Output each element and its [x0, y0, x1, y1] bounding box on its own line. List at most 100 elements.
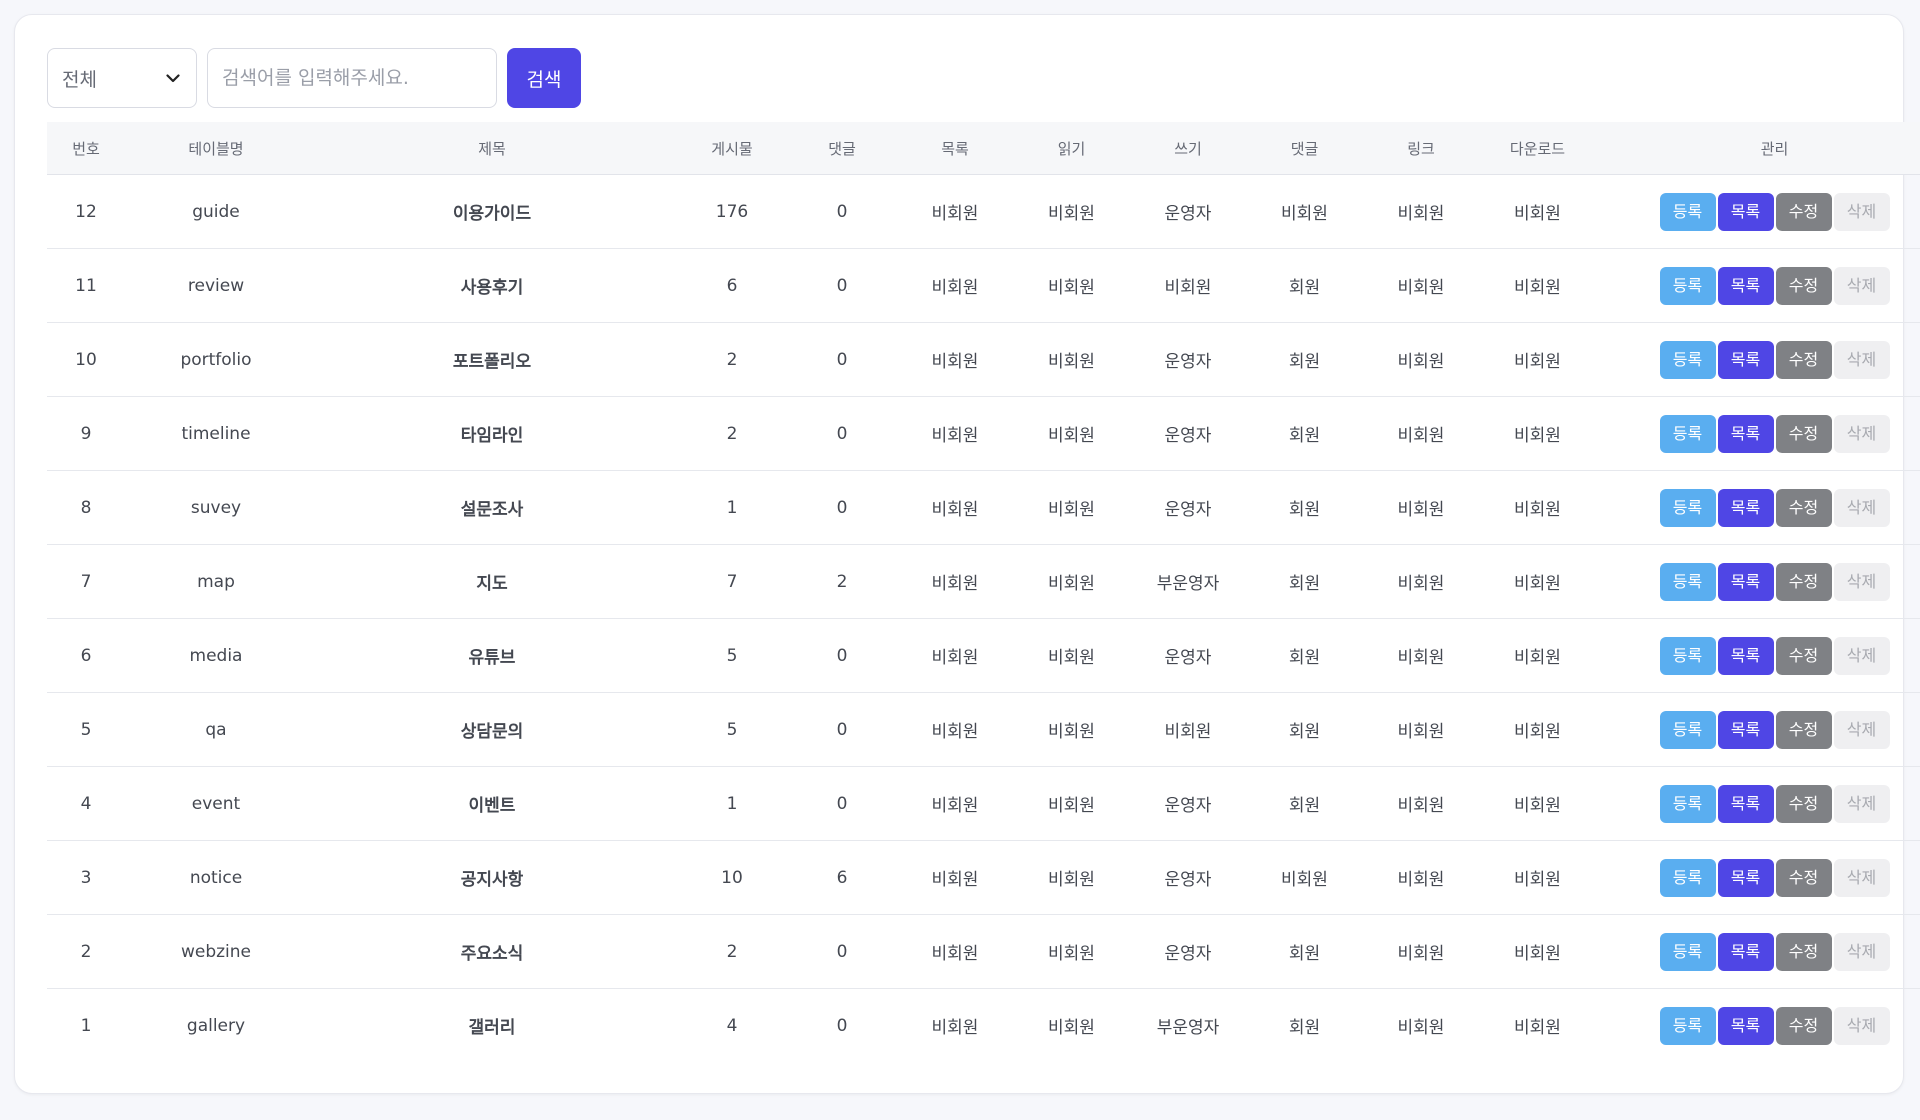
- row-number: 4: [47, 766, 125, 841]
- row-link-permission: 비회원: [1363, 618, 1479, 693]
- register-button[interactable]: 등록: [1659, 488, 1716, 527]
- register-button[interactable]: 등록: [1659, 414, 1716, 453]
- row-read-permission: 비회원: [1013, 914, 1130, 989]
- list-button[interactable]: 목록: [1717, 562, 1774, 601]
- list-button[interactable]: 목록: [1717, 488, 1774, 527]
- delete-button[interactable]: 삭제: [1833, 710, 1890, 749]
- edit-button[interactable]: 수정: [1775, 1006, 1832, 1045]
- register-button[interactable]: 등록: [1659, 636, 1716, 675]
- row-write-permission: 운영자: [1130, 396, 1246, 471]
- delete-button[interactable]: 삭제: [1833, 784, 1890, 823]
- row-link-permission: 비회원: [1363, 766, 1479, 841]
- register-button[interactable]: 등록: [1659, 562, 1716, 601]
- row-read-permission: 비회원: [1013, 396, 1130, 471]
- row-download-permission: 비회원: [1479, 322, 1596, 397]
- column-header-download-permission: 다운로드: [1479, 122, 1596, 175]
- register-button[interactable]: 등록: [1659, 1006, 1716, 1045]
- list-button[interactable]: 목록: [1717, 858, 1774, 897]
- row-list-permission: 비회원: [897, 470, 1013, 545]
- delete-button[interactable]: 삭제: [1833, 562, 1890, 601]
- register-button[interactable]: 등록: [1659, 932, 1716, 971]
- category-select[interactable]: 전체: [47, 48, 197, 108]
- edit-button[interactable]: 수정: [1775, 340, 1832, 379]
- row-write-permission: 운영자: [1130, 618, 1246, 693]
- row-comment-permission: 회원: [1246, 248, 1363, 323]
- edit-button[interactable]: 수정: [1775, 414, 1832, 453]
- list-button[interactable]: 목록: [1717, 192, 1774, 231]
- table-row: 9 timeline 타임라인 2 0 비회원 비회원 운영자 회원 비회원 비회원 등록 목록 수정 삭제: [47, 396, 1920, 471]
- delete-button[interactable]: 삭제: [1833, 488, 1890, 527]
- row-write-permission: 운영자: [1130, 840, 1246, 915]
- row-actions: 등록 목록 수정 삭제: [1596, 174, 1920, 249]
- edit-button[interactable]: 수정: [1775, 932, 1832, 971]
- register-button[interactable]: 등록: [1659, 192, 1716, 231]
- list-button[interactable]: 목록: [1717, 1006, 1774, 1045]
- edit-button[interactable]: 수정: [1775, 488, 1832, 527]
- row-post-count: 2: [677, 914, 787, 989]
- register-button[interactable]: 등록: [1659, 784, 1716, 823]
- delete-button[interactable]: 삭제: [1833, 1006, 1890, 1045]
- search-button[interactable]: 검색: [507, 48, 581, 108]
- row-link-permission: 비회원: [1363, 322, 1479, 397]
- row-actions: 등록 목록 수정 삭제: [1596, 989, 1920, 1063]
- row-list-permission: 비회원: [897, 544, 1013, 619]
- row-download-permission: 비회원: [1479, 174, 1596, 249]
- row-download-permission: 비회원: [1479, 914, 1596, 989]
- search-input[interactable]: [207, 48, 497, 108]
- row-comment-count: 6: [787, 840, 897, 915]
- list-button[interactable]: 목록: [1717, 710, 1774, 749]
- delete-button[interactable]: 삭제: [1833, 266, 1890, 305]
- delete-button[interactable]: 삭제: [1833, 636, 1890, 675]
- register-button[interactable]: 등록: [1659, 340, 1716, 379]
- row-post-count: 5: [677, 618, 787, 693]
- row-title: 타임라인: [307, 396, 677, 471]
- edit-button[interactable]: 수정: [1775, 784, 1832, 823]
- delete-button[interactable]: 삭제: [1833, 858, 1890, 897]
- delete-button[interactable]: 삭제: [1833, 932, 1890, 971]
- column-header-actions: 관리: [1596, 122, 1920, 175]
- delete-button[interactable]: 삭제: [1833, 192, 1890, 231]
- row-post-count: 1: [677, 766, 787, 841]
- row-number: 5: [47, 692, 125, 767]
- row-comment-count: 0: [787, 914, 897, 989]
- row-link-permission: 비회원: [1397, 1018, 1445, 1038]
- delete-button[interactable]: 삭제: [1833, 340, 1890, 379]
- list-button[interactable]: 목록: [1717, 932, 1774, 971]
- table-row: 10 portfolio 포트폴리오 2 0 비회원 비회원 운영자 회원 비회원 비회원 등록 목록 수…: [47, 322, 1920, 397]
- row-title: 상담문의: [307, 692, 677, 767]
- register-button[interactable]: 등록: [1659, 266, 1716, 305]
- column-header-link-permission: 링크: [1363, 122, 1479, 175]
- row-comment-permission: 회원: [1246, 544, 1363, 619]
- edit-button[interactable]: 수정: [1775, 858, 1832, 897]
- row-post-count: 10: [677, 840, 787, 915]
- column-header-read-permission: 읽기: [1013, 122, 1130, 175]
- list-button[interactable]: 목록: [1717, 784, 1774, 823]
- table-row: 4 event 이벤트 1 0 비회원 비회원 운영자 회원 비회원 비회원 등록 목록 수정 삭제: [47, 766, 1920, 841]
- row-title: 주요소식: [307, 914, 677, 989]
- row-write-permission: 운영자: [1130, 322, 1246, 397]
- edit-button[interactable]: 수정: [1775, 710, 1832, 749]
- row-number: 12: [47, 174, 125, 249]
- list-button[interactable]: 목록: [1717, 636, 1774, 675]
- register-button[interactable]: 등록: [1659, 710, 1716, 749]
- row-number: 3: [47, 840, 125, 915]
- row-title: 갤러리: [468, 1018, 516, 1038]
- list-button[interactable]: 목록: [1717, 266, 1774, 305]
- row-post-count: 2: [677, 322, 787, 397]
- list-button[interactable]: 목록: [1717, 414, 1774, 453]
- row-title: 설문조사: [307, 470, 677, 545]
- row-download-permission: 비회원: [1479, 248, 1596, 323]
- row-table-name: media: [125, 618, 307, 693]
- edit-button[interactable]: 수정: [1775, 266, 1832, 305]
- edit-button[interactable]: 수정: [1775, 192, 1832, 231]
- edit-button[interactable]: 수정: [1775, 562, 1832, 601]
- edit-button[interactable]: 수정: [1775, 636, 1832, 675]
- register-button[interactable]: 등록: [1659, 858, 1716, 897]
- row-write-permission: 운영자: [1130, 766, 1246, 841]
- board-table: 번호 테이블명 제목 게시물 댓글 목록 읽기 쓰기 댓글 링크 다운로드 관리…: [47, 122, 1920, 1062]
- delete-button[interactable]: 삭제: [1833, 414, 1890, 453]
- list-button[interactable]: 목록: [1717, 340, 1774, 379]
- board-management-panel: 전체 검색 번호 테이블명 제목 게: [14, 14, 1920, 1094]
- row-table-name: map: [125, 544, 307, 619]
- table-row: 5 qa 상담문의 5 0 비회원 비회원 비회원 회원 비회원 비회원 등록 목록 수정 삭제: [47, 692, 1920, 767]
